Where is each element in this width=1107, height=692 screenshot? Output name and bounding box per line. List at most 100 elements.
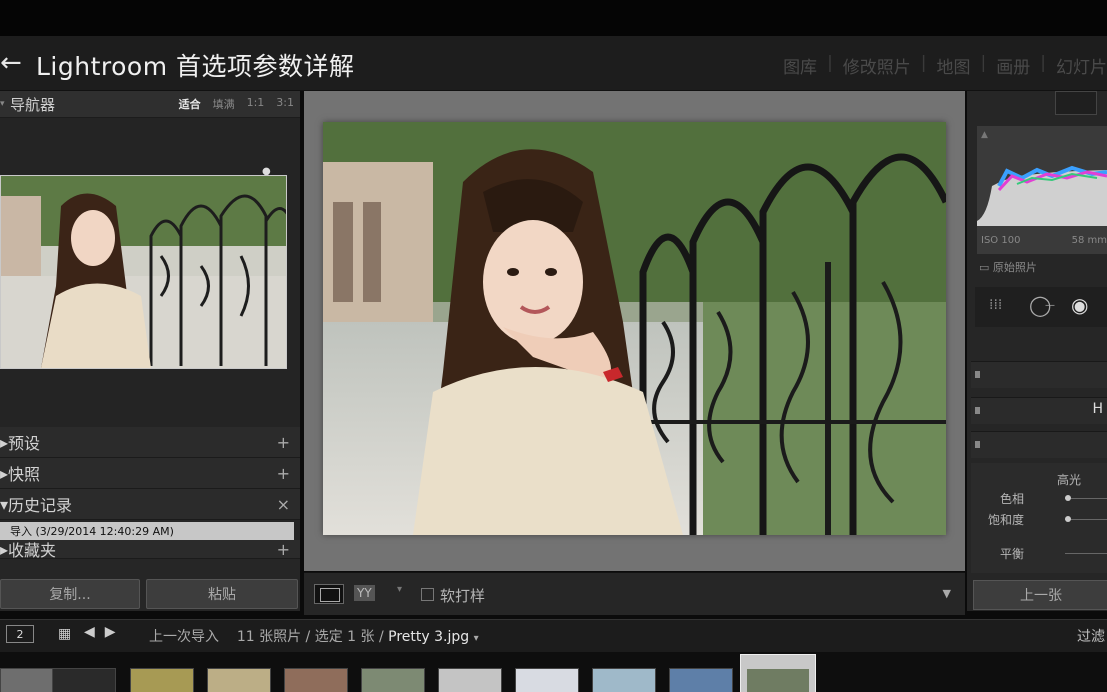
balance-slider-track[interactable] xyxy=(1065,553,1107,554)
original-photo-toggle[interactable]: ▭ 原始照片 xyxy=(979,259,1037,275)
navigator-body: ● xyxy=(0,118,300,427)
right-panel: ▲ ISO 100 58 mm ▭ 原始照片 ⁞⁞⁞ ◯ — ◉ H 高光 色相… xyxy=(967,91,1107,611)
center-toolbar: YY ▾ 软打样 ▼ xyxy=(304,572,965,615)
panel-control-icon[interactable] xyxy=(1055,91,1097,115)
title-bar: ← Lightroom 首选项参数详解 图库 | 修改照片 | 地图 | 画册 | 幻灯… xyxy=(0,36,1107,91)
module-slideshow[interactable]: 幻灯片 xyxy=(1056,53,1107,78)
right-section-3[interactable] xyxy=(971,431,1107,458)
collapse-triangle-icon: ▸ xyxy=(0,539,9,559)
paste-button[interactable]: 粘贴 xyxy=(146,579,298,609)
loupe-view-icon[interactable] xyxy=(314,584,344,604)
presets-label: 预设 xyxy=(8,434,41,453)
iso-value: ISO 100 xyxy=(981,235,1021,246)
navigator-zoom-options: 适合 填满 1:1 3:1 xyxy=(179,96,300,112)
module-map[interactable]: 地图 xyxy=(937,53,971,78)
filmstrip-count: 11 张照片 / 选定 1 张 / xyxy=(236,629,384,645)
filter-label[interactable]: 过滤 xyxy=(1077,626,1105,646)
chevron-down-icon[interactable]: ▾ xyxy=(397,584,402,595)
collapse-triangle-icon: ▾ xyxy=(0,494,9,514)
filmstrip-thumb[interactable] xyxy=(592,668,656,692)
filmstrip-breadcrumb[interactable]: 上一次导入 11 张照片 / 选定 1 张 / Pretty 3.jpg ▾ xyxy=(149,626,479,646)
right-section-1[interactable] xyxy=(971,361,1107,388)
clear-history-icon[interactable]: × xyxy=(277,495,290,514)
history-label: 历史记录 xyxy=(8,496,73,515)
navigator-preview[interactable] xyxy=(0,175,287,369)
collapse-triangle-icon: ▾ xyxy=(0,99,5,109)
photo-canvas xyxy=(304,91,965,571)
saturation-slider-track[interactable] xyxy=(1065,519,1107,520)
clipping-indicator-icon[interactable]: ▲ xyxy=(981,130,988,140)
module-develop[interactable]: 修改照片 xyxy=(843,53,911,78)
filmstrip-thumb[interactable] xyxy=(207,668,271,692)
histogram-graph xyxy=(977,165,1107,226)
filmstrip-bar: 2 ▦ ◀▶ 上一次导入 11 张照片 / 选定 1 张 / Pretty 3.… xyxy=(0,619,1107,652)
highlights-label: 高光 xyxy=(1057,473,1082,487)
zoom-1-1[interactable]: 1:1 xyxy=(247,96,265,112)
filmstrip-thumb-selected[interactable] xyxy=(740,654,816,692)
histogram: ▲ ISO 100 58 mm xyxy=(977,126,1107,254)
section-toggle-icon xyxy=(975,407,980,414)
filmstrip-thumb[interactable] xyxy=(669,668,733,692)
before-after-button[interactable]: YY xyxy=(354,585,375,601)
focal-length: 58 mm xyxy=(1071,235,1107,246)
add-snapshot-icon[interactable]: + xyxy=(277,464,290,483)
left-button-row: 复制... 粘贴 xyxy=(0,579,300,609)
section-toggle-icon xyxy=(975,441,980,448)
collections-label: 收藏夹 xyxy=(8,541,57,560)
filmstrip-thumb[interactable] xyxy=(515,668,579,692)
navigator-preview-image xyxy=(1,176,286,368)
soft-proof-checkbox[interactable] xyxy=(421,588,434,601)
toolbar-menu-icon[interactable]: ▼ xyxy=(943,587,951,600)
navigator-header[interactable]: ▾ 导航器 适合 填满 1:1 3:1 xyxy=(0,91,300,118)
section-toggle-icon xyxy=(975,371,980,378)
right-section-2-label: H xyxy=(1092,401,1103,417)
snapshots-section[interactable]: ▸ 快照 + xyxy=(0,458,300,489)
zoom-fit[interactable]: 适合 xyxy=(179,96,201,112)
basic-adjustments: 高光 色相 饱和度 平衡 xyxy=(971,463,1107,573)
grid-view-icon[interactable]: ▦ xyxy=(58,626,71,642)
module-library[interactable]: 图库 xyxy=(783,53,817,78)
saturation-slider-knob[interactable] xyxy=(1065,516,1071,522)
page-title: Lightroom 首选项参数详解 xyxy=(36,52,355,81)
filmstrip-thumb[interactable] xyxy=(284,668,348,692)
left-panel: ▾ 导航器 适合 填满 1:1 3:1 ● ▸ 预设 + ▸ 快照 + ▾ 历史… xyxy=(0,91,300,611)
redeye-icon[interactable]: ◉ xyxy=(1071,293,1088,317)
copy-button[interactable]: 复制... xyxy=(0,579,140,609)
history-section[interactable]: ▾ 历史记录 × xyxy=(0,489,300,520)
snapshots-label: 快照 xyxy=(8,465,41,484)
filmstrip-thumb[interactable] xyxy=(438,668,502,692)
right-section-2[interactable]: H xyxy=(971,397,1107,424)
filmstrip-nav-arrows-icon[interactable]: ◀▶ xyxy=(84,624,126,640)
zoom-3-1[interactable]: 3:1 xyxy=(276,96,294,112)
original-photo-label: 原始照片 xyxy=(992,261,1037,274)
top-black-strip xyxy=(0,0,1107,36)
balance-label: 平衡 xyxy=(999,547,1024,561)
chevron-down-icon[interactable]: ▾ xyxy=(474,633,479,644)
saturation-label: 饱和度 xyxy=(987,513,1024,527)
histogram-info: ISO 100 58 mm xyxy=(981,235,1107,246)
presets-section[interactable]: ▸ 预设 + xyxy=(0,427,300,458)
filmstrip-thumb[interactable] xyxy=(130,668,194,692)
main-photo[interactable] xyxy=(323,122,946,535)
filmstrip xyxy=(0,652,1107,692)
filmstrip-thumb[interactable] xyxy=(361,668,425,692)
add-preset-icon[interactable]: + xyxy=(277,433,290,452)
collapse-triangle-icon: ▸ xyxy=(0,432,9,452)
crop-overlay-icon[interactable]: ⁞⁞⁞ xyxy=(989,297,1002,313)
add-collection-icon[interactable]: + xyxy=(277,540,290,559)
filmstrip-filename: Pretty 3.jpg xyxy=(388,629,470,645)
secondary-window-button[interactable]: 2 xyxy=(6,625,34,643)
collections-section[interactable]: ▸ 收藏夹 + xyxy=(0,539,300,560)
filmstrip-thumb[interactable] xyxy=(52,668,116,692)
soft-proof-label: 软打样 xyxy=(440,587,486,605)
tool-divider-icon: — xyxy=(1045,300,1055,311)
filmstrip-source: 上一次导入 xyxy=(149,629,219,645)
previous-button[interactable]: 上一张 xyxy=(973,580,1107,610)
collapse-triangle-icon: ▸ xyxy=(0,463,9,483)
back-arrow-icon[interactable]: ← xyxy=(0,48,22,78)
module-book[interactable]: 画册 xyxy=(996,53,1030,78)
hue-slider-knob[interactable] xyxy=(1065,495,1071,501)
navigator-label: 导航器 xyxy=(10,95,56,114)
hue-slider-track[interactable] xyxy=(1065,498,1107,499)
zoom-fill[interactable]: 填满 xyxy=(213,96,235,112)
